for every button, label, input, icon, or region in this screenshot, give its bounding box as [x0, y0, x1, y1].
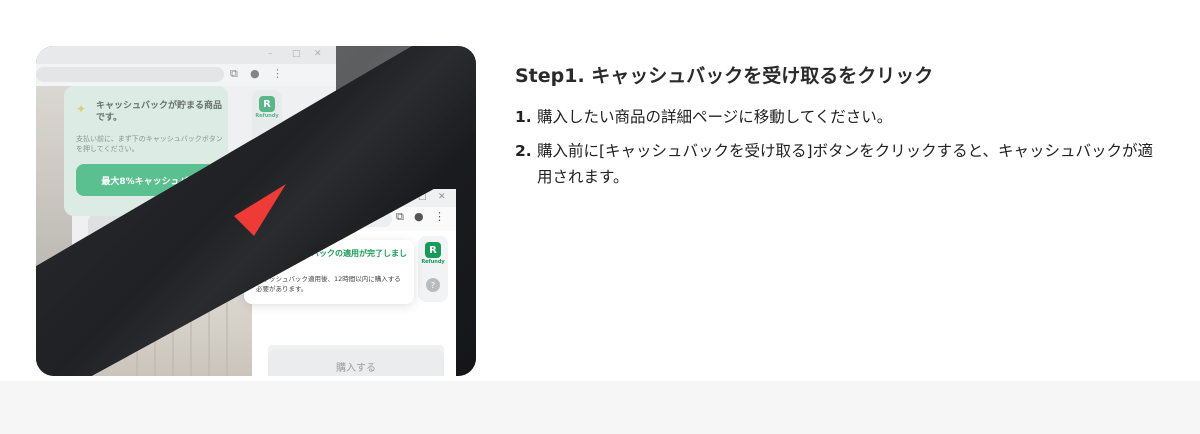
step-text: 購入前に[キャッシュバックを受け取る]ボタンをクリックすると、キャッシュバックが… [537, 142, 1153, 186]
refundy-logo-text: Refundy [421, 259, 445, 265]
menu-kebab-icon[interactable]: ⋮ [272, 67, 283, 80]
address-bar-row: ⧉ ● ⋮ [36, 64, 336, 86]
title-bar: – □ ✕ [36, 46, 336, 64]
maximize-icon[interactable]: □ [292, 49, 301, 59]
close-icon[interactable]: ✕ [438, 192, 446, 202]
offer-description: 支払い前に、まず下のキャッシュバックボタンを押してください。 [76, 135, 223, 153]
help-icon[interactable]: ? [426, 278, 440, 292]
sparkle-icon: ✦ [76, 102, 87, 116]
step-text: 購入したい商品の詳細ページに移動してください。 [537, 108, 893, 126]
step-heading: Step1. キャッシュバックを受け取るをクリック [515, 65, 934, 87]
extension-sidebar: R Refundy ? [418, 236, 448, 302]
offer-title: キャッシュバックが貯まる商品です。 [96, 101, 223, 123]
address-bar[interactable] [36, 67, 224, 82]
refundy-logo-icon[interactable]: R [259, 96, 275, 112]
menu-kebab-icon[interactable]: ⋮ [434, 210, 445, 223]
profile-icon[interactable]: ● [414, 210, 424, 223]
minimize-icon[interactable]: – [268, 49, 273, 59]
profile-icon[interactable]: ● [250, 67, 260, 80]
red-arrow-icon [234, 184, 286, 236]
extension-puzzle-icon[interactable]: ⧉ [396, 210, 404, 224]
step-number: 2. [515, 142, 532, 160]
close-icon[interactable]: ✕ [314, 49, 322, 59]
list-item: 1. 購入したい商品の詳細ページに移動してください。 [515, 104, 1155, 130]
step-list: 1. 購入したい商品の詳細ページに移動してください。 2. 購入前に[キャッシュ… [515, 104, 1155, 198]
footer-band [0, 381, 1200, 434]
extension-puzzle-icon[interactable]: ⧉ [230, 67, 238, 81]
buy-button[interactable]: 購入する [268, 349, 444, 376]
refundy-logo-text: Refundy [255, 113, 279, 119]
list-item: 2. 購入前に[キャッシュバックを受け取る]ボタンをクリックすると、キャッシュバ… [515, 138, 1155, 190]
illustration-card: – □ ✕ ⧉ ● ⋮ 購入する ✦ キャッシュバックが貯まる商品です。 支払い… [36, 46, 476, 376]
step-number: 1. [515, 108, 532, 126]
refundy-logo-icon[interactable]: R [425, 242, 441, 258]
applied-description: キャッシュバック適用後、12時間以内に購入する必要があります。 [256, 275, 401, 293]
